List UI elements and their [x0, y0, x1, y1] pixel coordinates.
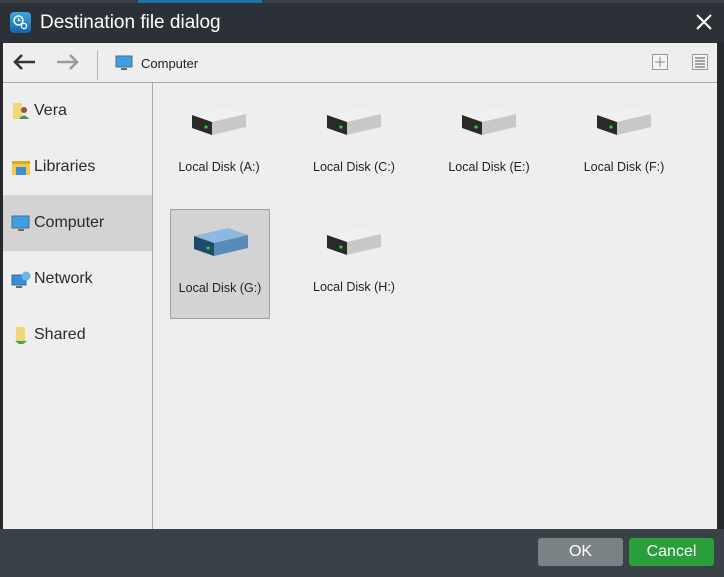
network-icon: [11, 271, 31, 288]
back-button[interactable]: [10, 51, 38, 73]
drive-item-a[interactable]: Local Disk (A:): [169, 89, 269, 199]
hard-drive-icon: [327, 107, 381, 135]
list-view-icon: [695, 57, 705, 68]
new-folder-button[interactable]: [652, 54, 668, 70]
plus-box-icon: [655, 57, 665, 67]
sidebar-item-label: Shared: [34, 326, 86, 343]
sidebar-item-label: Libraries: [34, 158, 96, 175]
clock-gear-icon: [10, 12, 31, 33]
drive-label: Local Disk (A:): [178, 160, 260, 174]
sidebar-item-label: Computer: [34, 214, 105, 231]
toolbar-separator: [97, 50, 98, 80]
drive-label: Local Disk (C:): [313, 160, 395, 174]
user-folder-icon: [13, 103, 29, 119]
sidebar-item-label: Vera: [34, 102, 67, 119]
arrow-right-icon: [57, 54, 79, 70]
window-right-edge: [717, 43, 724, 529]
libraries-icon: [12, 161, 30, 175]
hard-drive-icon: [597, 107, 651, 135]
ok-button[interactable]: OK: [538, 538, 623, 566]
title-bar: Destination file dialog: [0, 3, 724, 43]
arrow-left-icon: [13, 54, 35, 70]
sidebar: Vera Libraries Computer Network Shared: [3, 83, 153, 529]
drive-item-c[interactable]: Local Disk (C:): [304, 89, 404, 199]
drive-label: Local Disk (H:): [313, 280, 395, 294]
sidebar-item-computer[interactable]: Computer: [3, 195, 152, 251]
shared-folder-icon: [15, 327, 27, 344]
drive-list: Local Disk (A:) Local Disk (C:) Local Di…: [153, 83, 717, 529]
drive-item-e[interactable]: Local Disk (E:): [439, 89, 539, 199]
hard-drive-icon: [194, 228, 248, 256]
breadcrumb-computer[interactable]: Computer: [115, 54, 198, 72]
hard-drive-icon: [327, 227, 381, 255]
computer-icon: [115, 55, 133, 70]
view-mode-button[interactable]: [692, 54, 708, 70]
sidebar-item-network[interactable]: Network: [3, 251, 152, 307]
drive-item-g[interactable]: Local Disk (G:): [170, 209, 270, 319]
close-button[interactable]: [694, 12, 714, 32]
drive-item-h[interactable]: Local Disk (H:): [304, 209, 404, 319]
sidebar-item-shared[interactable]: Shared: [3, 307, 152, 363]
hard-drive-icon: [192, 107, 246, 135]
forward-button[interactable]: [54, 51, 82, 73]
breadcrumb-label: Computer: [141, 55, 199, 71]
computer-icon: [11, 215, 30, 231]
drive-label: Local Disk (G:): [178, 281, 262, 295]
drive-item-f[interactable]: Local Disk (F:): [574, 89, 674, 199]
toolbar: Computer: [3, 43, 717, 83]
sidebar-item-libraries[interactable]: Libraries: [3, 139, 152, 195]
cancel-button[interactable]: Cancel: [629, 538, 714, 566]
window-title: Destination file dialog: [40, 12, 221, 33]
close-icon: [696, 14, 712, 30]
drive-label: Local Disk (E:): [448, 160, 530, 174]
drive-label: Local Disk (F:): [583, 160, 665, 174]
hard-drive-icon: [462, 107, 516, 135]
sidebar-item-vera[interactable]: Vera: [3, 83, 152, 139]
sidebar-item-label: Network: [34, 270, 93, 287]
dialog-footer: OK Cancel: [0, 529, 724, 577]
